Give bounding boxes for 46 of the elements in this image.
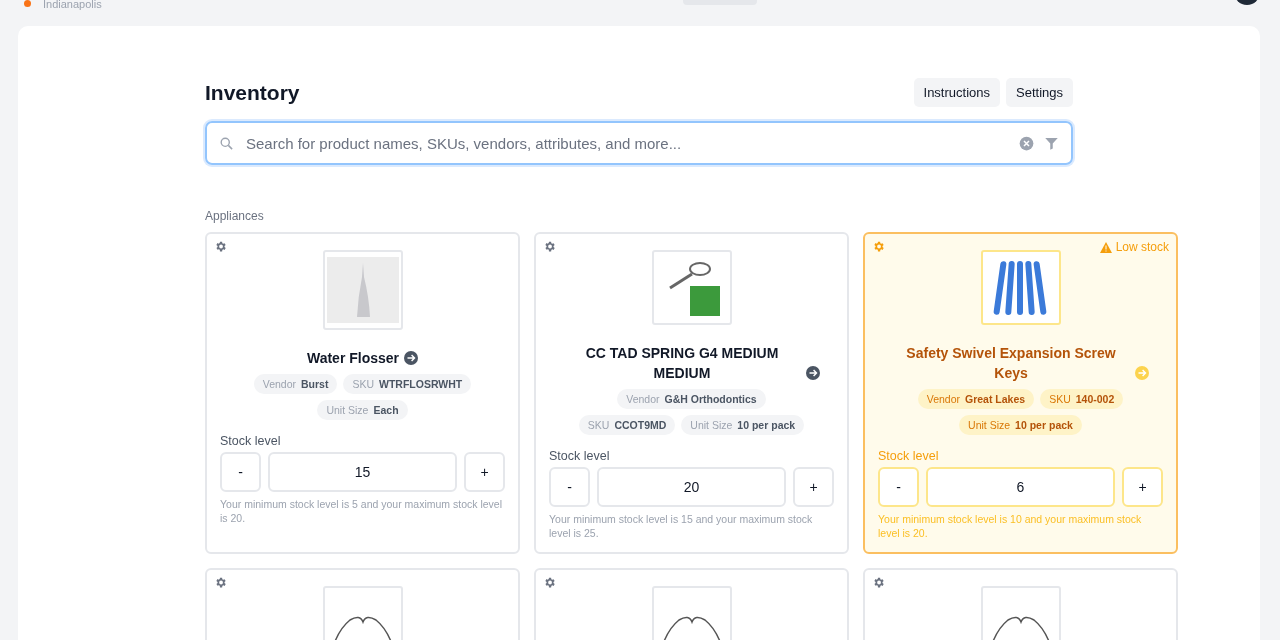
page-title: Inventory: [205, 80, 300, 105]
increment-button[interactable]: +: [1122, 467, 1163, 507]
stock-note: Your minimum stock level is 10 and your maximum stock level is 20.: [878, 512, 1143, 540]
product-name[interactable]: CC TAD SPRING G4 MEDIUM MEDIUM: [563, 343, 801, 383]
decrement-button[interactable]: -: [549, 467, 590, 507]
stock-note: Your minimum stock level is 15 and your maximum stock level is 25.: [549, 512, 814, 540]
stock-input[interactable]: 20: [597, 467, 786, 507]
arrow-circle-icon[interactable]: [404, 351, 419, 365]
attribute-chip: Unit Size Each: [317, 400, 408, 420]
arrow-circle-icon[interactable]: [806, 366, 820, 380]
warning-icon: [1099, 241, 1112, 253]
gear-icon[interactable]: [214, 576, 227, 589]
filter-icon[interactable]: [1044, 135, 1059, 151]
gear-icon[interactable]: [543, 240, 556, 253]
attribute-chip: Vendor Great Lakes: [917, 389, 1035, 409]
gear-icon[interactable]: [872, 576, 885, 589]
gear-icon[interactable]: [214, 240, 227, 253]
stock-input[interactable]: 15: [268, 452, 457, 492]
attribute-chip: SKU 140-002: [1040, 389, 1124, 409]
clear-icon[interactable]: [1019, 135, 1034, 151]
attribute-chip: Vendor Burst: [253, 374, 338, 394]
decrement-button[interactable]: -: [878, 467, 919, 507]
gear-icon[interactable]: [543, 576, 556, 589]
attribute-chip: SKU CCOT9MD: [578, 415, 676, 435]
product-name[interactable]: Water Flosser: [306, 348, 400, 368]
attribute-chip: Unit Size 10 per pack: [681, 415, 805, 435]
location-label: Indianapolis: [43, 0, 102, 8]
increment-button[interactable]: +: [464, 452, 505, 492]
low-stock-label: Low stock: [1115, 240, 1169, 254]
stock-label: Stock level: [220, 434, 282, 448]
header-button[interactable]: Settings: [1006, 78, 1073, 107]
increment-button[interactable]: +: [793, 467, 834, 507]
search-icon: [219, 135, 234, 151]
stock-label: Stock level: [878, 449, 940, 463]
stock-label: Stock level: [549, 449, 611, 463]
product-name[interactable]: Safety Swivel Expansion Screw Keys: [892, 343, 1130, 383]
attribute-chip: Vendor G&H Orthodontics: [617, 389, 766, 409]
section-title: Appliances: [205, 209, 265, 223]
stock-note: Your minimum stock level is 5 and your maximum stock level is 20.: [220, 497, 504, 525]
header-button[interactable]: Instructions: [913, 78, 1000, 107]
attribute-chip: Unit Size 10 per pack: [959, 415, 1082, 435]
attribute-chip: SKU WTRFLOSRWHT: [343, 374, 472, 394]
stock-input[interactable]: 6: [926, 467, 1115, 507]
search-bar[interactable]: Search for product names, SKUs, vendors, attributes, and more...: [205, 121, 1073, 165]
location-dot-icon: [24, 0, 31, 7]
decrement-button[interactable]: -: [220, 452, 261, 492]
